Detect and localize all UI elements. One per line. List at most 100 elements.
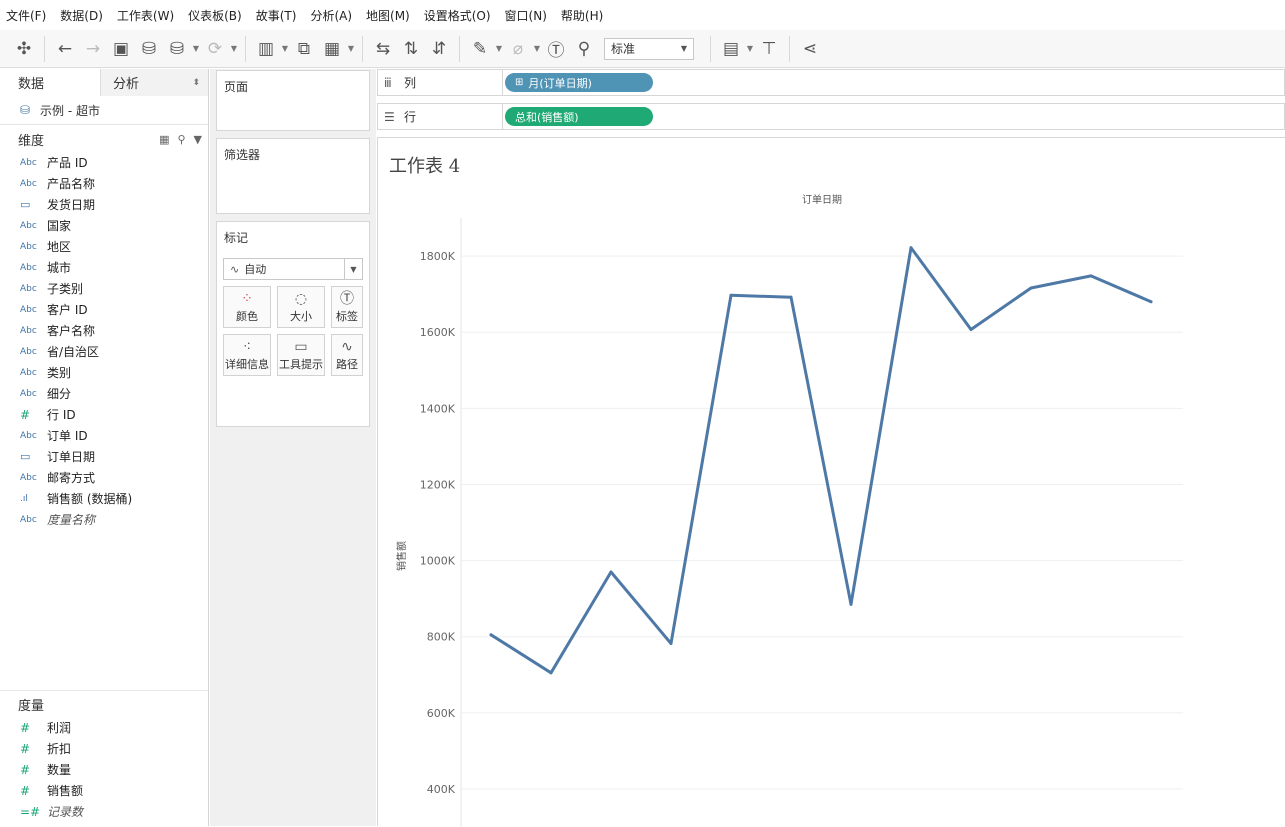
chevron-down-icon[interactable]: ▼ xyxy=(280,35,290,63)
search-icon[interactable]: ⚲ xyxy=(177,133,185,146)
rows-shelf[interactable]: ☰ 行 总和(销售额) xyxy=(377,103,1285,130)
dimension-field[interactable]: Abc 客户 ID xyxy=(0,299,208,320)
measure-field[interactable]: # 数量 xyxy=(0,759,208,780)
string-type-icon: Abc xyxy=(20,325,37,336)
tab-analysis[interactable]: 分析 ⬍ xyxy=(100,69,208,96)
dimension-field[interactable]: Abc 邮寄方式 xyxy=(0,467,208,488)
new-worksheet-icon[interactable]: ▥ xyxy=(252,35,280,63)
dimension-field-name: 订单日期 xyxy=(47,450,96,464)
tab-data[interactable]: 数据 xyxy=(0,69,100,96)
chevron-down-icon[interactable]: ▼ xyxy=(532,35,542,63)
measure-field[interactable]: # 折扣 xyxy=(0,738,208,759)
marks-type-select[interactable]: ∿ 自动 ▼ xyxy=(223,258,363,280)
tableau-logo-icon[interactable]: ✣ xyxy=(10,35,38,63)
worksheet-canvas: 工作表 4 订单日期 400K 600K 800K 1000K 1200K 1400K 160… xyxy=(377,137,1285,827)
share-icon[interactable]: ⋖ xyxy=(796,35,824,63)
undo-icon[interactable]: ← xyxy=(51,35,79,63)
menu-item-9[interactable]: 帮助(H) xyxy=(561,7,603,24)
view-list-icon[interactable]: ▦ xyxy=(159,133,169,146)
bin-icon: .ıl xyxy=(20,493,28,504)
menu-item-4[interactable]: 故事(T) xyxy=(256,7,297,24)
dimension-field[interactable]: Abc 地区 xyxy=(0,236,208,257)
show-mark-labels-icon[interactable]: Ⓣ xyxy=(542,35,570,63)
menu-bar: 文件(F) 数据(D) 工作表(W) 仪表板(B) 故事(T) 分析(A) 地图(M) 设置格… xyxy=(0,0,1285,30)
chevron-down-icon[interactable]: ▼ xyxy=(494,35,504,63)
menu-item-6[interactable]: 地图(M) xyxy=(366,7,410,24)
detail-button[interactable]: ⁖ 详细信息 xyxy=(223,334,271,376)
dimension-field[interactable]: .ıl 销售额 (数据桶) xyxy=(0,488,208,509)
measures-header: 度量 xyxy=(0,691,208,717)
chevron-down-icon[interactable]: ▼ xyxy=(745,35,755,63)
duplicate-sheet-icon[interactable]: ⧉ xyxy=(290,35,318,63)
columns-pill[interactable]: ⊞ 月(订单日期) xyxy=(505,73,653,92)
dimension-field[interactable]: Abc 子类别 xyxy=(0,278,208,299)
swap-rows-columns-icon[interactable]: ⇆ xyxy=(369,35,397,63)
menu-item-0[interactable]: 文件(F) xyxy=(6,7,46,24)
group-members-icon[interactable]: ⌀ xyxy=(504,35,532,63)
menu-item-3[interactable]: 仪表板(B) xyxy=(188,7,242,24)
redo-icon[interactable]: → xyxy=(79,35,107,63)
refresh-icon[interactable]: ⟳ xyxy=(201,35,229,63)
dimension-field[interactable]: Abc 产品 ID xyxy=(0,152,208,173)
pin-axes-icon[interactable]: ⚲ xyxy=(570,35,598,63)
string-type-icon: Abc xyxy=(20,472,37,483)
menu-item-5[interactable]: 分析(A) xyxy=(310,7,352,24)
y-axis-title: 销售额 xyxy=(395,541,408,571)
measure-field[interactable]: # 销售额 xyxy=(0,780,208,801)
new-datasource-icon[interactable]: ⛁ xyxy=(135,35,163,63)
columns-shelf[interactable]: ⅲ 列 ⊞ 月(订单日期) xyxy=(377,69,1285,96)
dimension-field[interactable]: Abc 度量名称 xyxy=(0,509,208,530)
dimension-field-name: 产品名称 xyxy=(47,177,96,191)
dimension-field[interactable]: # 行 ID xyxy=(0,404,208,425)
dimension-field[interactable]: Abc 细分 xyxy=(0,383,208,404)
data-point xyxy=(909,246,913,250)
measure-field[interactable]: =# 记录数 xyxy=(0,801,208,822)
chevron-down-icon[interactable]: ▼ xyxy=(229,35,239,63)
tooltip-button[interactable]: ▭ 工具提示 xyxy=(277,334,325,376)
expand-icon[interactable]: ⊞ xyxy=(515,77,523,88)
sort-descending-icon[interactable]: ⇵ xyxy=(425,35,453,63)
dimension-field[interactable]: Abc 客户名称 xyxy=(0,320,208,341)
string-type-icon: Abc xyxy=(20,346,37,357)
number-type-icon: =# xyxy=(20,804,41,819)
dimension-field[interactable]: Abc 城市 xyxy=(0,257,208,278)
dimension-field[interactable]: Abc 国家 xyxy=(0,215,208,236)
dimension-field[interactable]: ▭ 发货日期 xyxy=(0,194,208,215)
sort-ascending-icon[interactable]: ⇅ xyxy=(397,35,425,63)
menu-item-7[interactable]: 设置格式(O) xyxy=(424,7,491,24)
size-button[interactable]: ◌ 大小 xyxy=(277,286,325,328)
save-icon[interactable]: ▣ xyxy=(107,35,135,63)
menu-item-8[interactable]: 窗口(N) xyxy=(505,7,547,24)
dimension-field[interactable]: ▭ 订单日期 xyxy=(0,446,208,467)
color-button[interactable]: ⁘ 颜色 xyxy=(223,286,271,328)
label-button[interactable]: Ⓣ 标签 xyxy=(331,286,363,328)
pages-card[interactable]: 页面 xyxy=(216,70,370,131)
datasource-item[interactable]: ⛁ 示例 - 超市 xyxy=(0,96,208,125)
data-point xyxy=(1029,286,1033,290)
pause-updates-icon[interactable]: ⛁ xyxy=(163,35,191,63)
filters-card[interactable]: 筛选器 xyxy=(216,138,370,214)
clear-sheet-icon[interactable]: ▦ xyxy=(318,35,346,63)
show-me-icon[interactable]: ▤ xyxy=(717,35,745,63)
line-chart: 订单日期 400K 600K 800K 1000K 1200K 1400K 1600K 1800… xyxy=(395,194,1183,827)
dimension-field-name: 国家 xyxy=(47,219,72,233)
menu-item-1[interactable]: 数据(D) xyxy=(60,7,103,24)
chevron-down-icon[interactable]: ▼ xyxy=(194,133,202,146)
measure-field[interactable]: # 利润 xyxy=(0,717,208,738)
chevron-down-icon[interactable]: ▼ xyxy=(191,35,201,63)
rows-pill[interactable]: 总和(销售额) xyxy=(505,107,653,126)
highlight-icon[interactable]: ✎ xyxy=(466,35,494,63)
dimension-field[interactable]: Abc 省/自治区 xyxy=(0,341,208,362)
marks-type-value: 自动 xyxy=(244,263,267,276)
menu-item-2[interactable]: 工作表(W) xyxy=(117,7,174,24)
dimension-field-name: 地区 xyxy=(47,240,72,254)
fit-select[interactable]: 标准 ▼ xyxy=(604,37,694,60)
dimension-field[interactable]: Abc 产品名称 xyxy=(0,173,208,194)
dimension-field[interactable]: Abc 类别 xyxy=(0,362,208,383)
presentation-mode-icon[interactable]: ⊤ xyxy=(755,35,783,63)
path-button[interactable]: ∿ 路径 xyxy=(331,334,363,376)
dimension-field[interactable]: Abc 订单 ID xyxy=(0,425,208,446)
y-tick-label: 1200K xyxy=(420,478,456,491)
chevron-down-icon[interactable]: ▼ xyxy=(346,35,356,63)
dimension-field-name: 客户名称 xyxy=(47,324,96,338)
